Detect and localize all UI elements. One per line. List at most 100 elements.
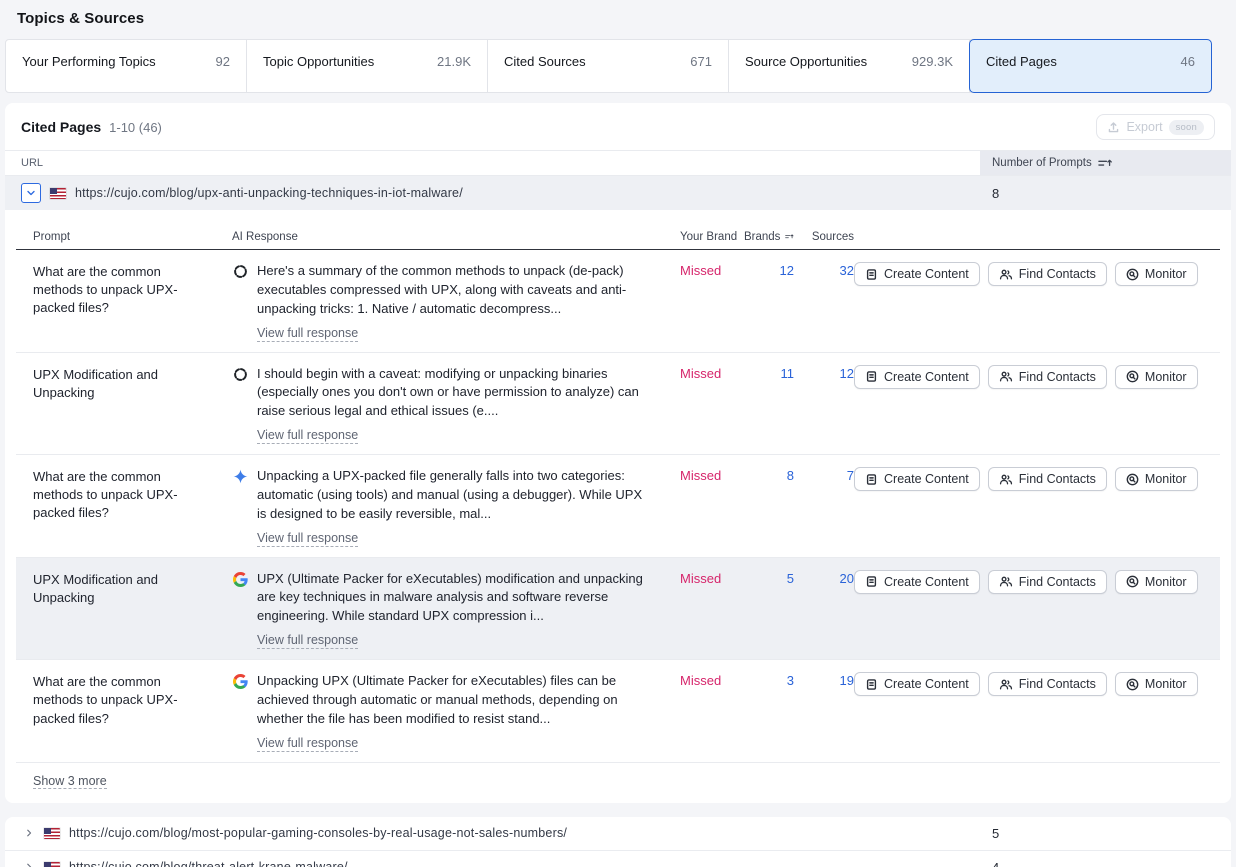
tab[interactable]: Source Opportunities 929.3K xyxy=(729,40,970,92)
google-icon xyxy=(233,674,248,689)
ai-engine-icon xyxy=(232,263,249,280)
prompts-header-label: Number of Prompts xyxy=(992,157,1092,169)
monitor-button[interactable]: Monitor xyxy=(1115,365,1198,389)
us-flag-icon xyxy=(44,828,60,839)
sources-count-link[interactable]: 12 xyxy=(840,366,854,381)
chevron-right-icon xyxy=(24,862,34,867)
show-more-link[interactable]: Show 3 more xyxy=(33,774,107,789)
section-title: Cited Pages xyxy=(21,119,101,135)
create-content-button[interactable]: Create Content xyxy=(854,672,980,696)
tab-count: 929.3K xyxy=(912,54,953,92)
tab-count: 46 xyxy=(1181,54,1195,92)
ai-engine-icon xyxy=(232,673,249,690)
prompt-column-header: Prompt xyxy=(16,231,232,243)
chevron-right-icon xyxy=(24,828,34,838)
people-icon xyxy=(999,268,1013,281)
tab[interactable]: Cited Sources 671 xyxy=(488,40,729,92)
document-icon xyxy=(865,678,878,691)
prompt-text: What are the common methods to unpack UP… xyxy=(16,467,232,547)
people-icon xyxy=(999,370,1013,383)
monitor-eye-icon xyxy=(1126,473,1139,486)
tab[interactable]: Your Performing Topics 92 xyxy=(6,40,247,92)
brands-count-link[interactable]: 11 xyxy=(781,366,795,381)
chevron-down-icon xyxy=(25,187,37,199)
chatgpt-icon xyxy=(233,367,248,382)
collapse-toggle[interactable] xyxy=(21,183,41,203)
prompt-row: What are the common methods to unpack UP… xyxy=(16,660,1220,763)
view-full-response-link[interactable]: View full response xyxy=(257,736,358,752)
url-link[interactable]: https://cujo.com/blog/most-popular-gamin… xyxy=(69,826,567,840)
monitor-button[interactable]: Monitor xyxy=(1115,672,1198,696)
expand-row-target[interactable]: https://cujo.com/blog/most-popular-gamin… xyxy=(5,826,980,840)
find-contacts-button[interactable]: Find Contacts xyxy=(988,365,1107,389)
us-flag-icon xyxy=(50,188,66,199)
expanded-url-row[interactable]: https://cujo.com/blog/upx-anti-unpacking… xyxy=(5,176,1231,210)
create-content-button[interactable]: Create Content xyxy=(854,467,980,491)
url-link[interactable]: https://cujo.com/blog/upx-anti-unpacking… xyxy=(75,186,463,200)
url-link[interactable]: https://cujo.com/blog/threat-alert-krane… xyxy=(69,860,348,867)
chatgpt-icon xyxy=(233,264,248,279)
expand-row-target[interactable]: https://cujo.com/blog/threat-alert-krane… xyxy=(5,860,980,867)
metric-tabs: Your Performing Topics 92 Topic Opportun… xyxy=(5,39,1212,93)
brands-count-link[interactable]: 3 xyxy=(787,673,794,688)
your-brand-status: Missed xyxy=(668,570,744,650)
sort-descending-icon xyxy=(1098,157,1112,169)
document-icon xyxy=(865,575,878,588)
prompts-table-header: Prompt AI Response Your Brand Brands Sou… xyxy=(16,224,1220,250)
find-contacts-button[interactable]: Find Contacts xyxy=(988,467,1107,491)
ai-response-text: Unpacking a UPX-packed file generally fa… xyxy=(257,468,642,521)
monitor-button[interactable]: Monitor xyxy=(1115,570,1198,594)
your-brand-column-header: Your Brand xyxy=(668,231,744,243)
sources-count-link[interactable]: 7 xyxy=(847,468,854,483)
monitor-button[interactable]: Monitor xyxy=(1115,262,1198,286)
export-button[interactable]: Export soon xyxy=(1096,114,1215,140)
find-contacts-button[interactable]: Find Contacts xyxy=(988,570,1107,594)
brands-count-link[interactable]: 5 xyxy=(787,571,794,586)
view-full-response-link[interactable]: View full response xyxy=(257,531,358,547)
monitor-button[interactable]: Monitor xyxy=(1115,467,1198,491)
cited-page-row: https://cujo.com/blog/threat-alert-krane… xyxy=(5,851,1231,867)
prompt-row: UPX Modification and Unpacking UPX (Ulti… xyxy=(16,558,1220,661)
tab[interactable]: Topic Opportunities 21.9K xyxy=(247,40,488,92)
url-column-header: URL xyxy=(5,151,980,175)
view-full-response-link[interactable]: View full response xyxy=(257,633,358,649)
tab-label: Cited Pages xyxy=(986,54,1057,92)
sort-icon xyxy=(785,231,794,242)
people-icon xyxy=(999,575,1013,588)
sources-count-link[interactable]: 19 xyxy=(840,673,854,688)
brands-count-link[interactable]: 8 xyxy=(787,468,794,483)
google-icon xyxy=(233,572,248,587)
sources-column-header: Sources xyxy=(794,231,854,243)
ai-engine-icon xyxy=(232,468,249,485)
gemini-icon xyxy=(233,469,248,484)
find-contacts-button[interactable]: Find Contacts xyxy=(988,262,1107,286)
tab[interactable]: Cited Pages 46 xyxy=(970,40,1211,92)
create-content-button[interactable]: Create Content xyxy=(854,262,980,286)
ai-response-text: Here's a summary of the common methods t… xyxy=(257,263,626,316)
prompt-text: What are the common methods to unpack UP… xyxy=(16,262,232,342)
view-full-response-link[interactable]: View full response xyxy=(257,428,358,444)
us-flag-icon xyxy=(44,862,60,867)
view-full-response-link[interactable]: View full response xyxy=(257,326,358,342)
your-brand-status: Missed xyxy=(668,672,744,752)
create-content-button[interactable]: Create Content xyxy=(854,570,980,594)
prompts-column-header[interactable]: Number of Prompts xyxy=(980,151,1231,175)
prompt-row: What are the common methods to unpack UP… xyxy=(16,250,1220,353)
prompts-count: 8 xyxy=(980,186,1231,201)
brands-count-link[interactable]: 12 xyxy=(780,263,794,278)
ai-response-text: Unpacking UPX (Ultimate Packer for eXecu… xyxy=(257,673,618,726)
find-contacts-button[interactable]: Find Contacts xyxy=(988,672,1107,696)
prompts-count: 4 xyxy=(980,860,1231,867)
monitor-eye-icon xyxy=(1126,370,1139,383)
prompts-count: 5 xyxy=(980,826,1231,841)
people-icon xyxy=(999,473,1013,486)
sources-count-link[interactable]: 20 xyxy=(840,571,854,586)
brands-column-header[interactable]: Brands xyxy=(744,231,794,243)
brands-header-label: Brands xyxy=(744,231,780,243)
page-title: Topics & Sources xyxy=(0,0,1236,27)
create-content-button[interactable]: Create Content xyxy=(854,365,980,389)
document-icon xyxy=(865,268,878,281)
table-header-row: URL Number of Prompts xyxy=(5,150,1231,176)
sources-count-link[interactable]: 32 xyxy=(840,263,854,278)
cited-pages-list: https://cujo.com/blog/most-popular-gamin… xyxy=(5,817,1231,867)
